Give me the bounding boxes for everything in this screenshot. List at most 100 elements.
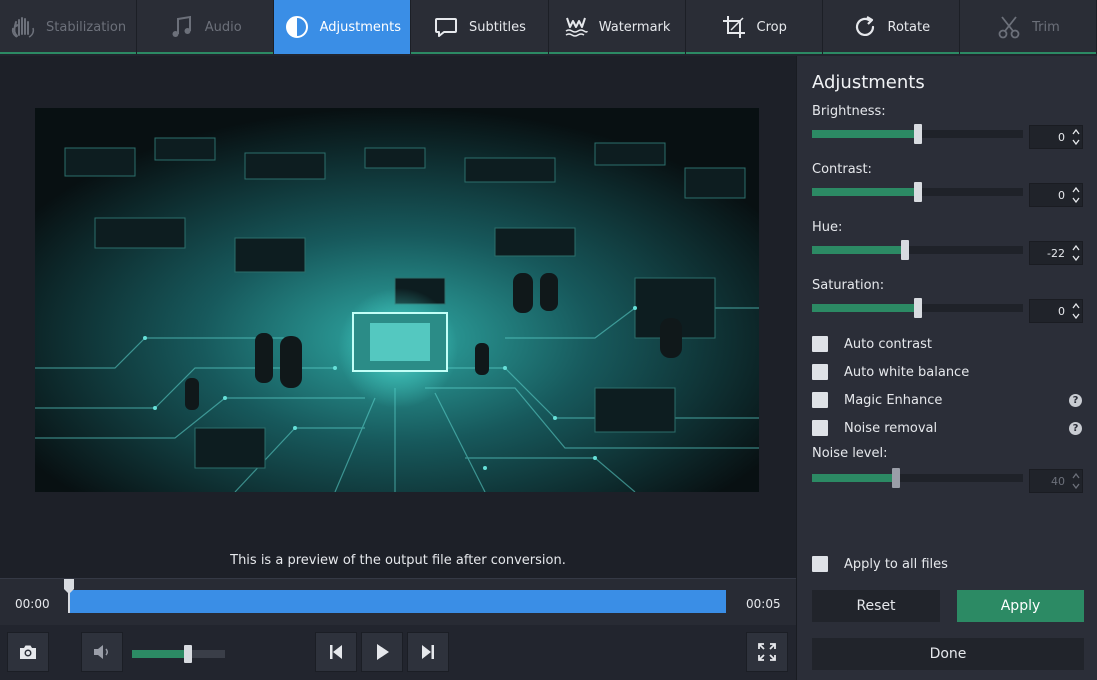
- chevron-up-icon[interactable]: [1071, 473, 1080, 479]
- brightness-label: Brightness:: [812, 104, 886, 119]
- volume-slider[interactable]: [132, 645, 225, 663]
- hue-slider[interactable]: [812, 240, 1023, 260]
- tool-tabs-bar: Stabilization Audio Adjustments Subtitle…: [0, 0, 1097, 54]
- tab-label: Watermark: [598, 19, 671, 35]
- magic-enhance-checkbox[interactable]: [812, 392, 828, 408]
- preview-caption: This is a preview of the output file aft…: [230, 553, 566, 568]
- mute-button[interactable]: [81, 632, 123, 672]
- apply-to-all-checkbox[interactable]: [812, 556, 828, 572]
- chevron-down-icon[interactable]: [1071, 255, 1080, 261]
- magic-enhance-label: Magic Enhance: [844, 392, 943, 408]
- timeline-track[interactable]: [69, 590, 726, 613]
- volume-slider-fill: [132, 650, 188, 658]
- playback-controls: [0, 625, 796, 680]
- chevron-down-icon[interactable]: [1071, 197, 1080, 203]
- volume-slider-thumb[interactable]: [183, 645, 192, 663]
- tab-watermark[interactable]: Watermark: [549, 0, 686, 54]
- scissors-icon: [998, 16, 1020, 39]
- noise-level-stepper[interactable]: 40: [1029, 469, 1083, 493]
- hue-slider-fill: [812, 246, 905, 254]
- saturation-value: 0: [1058, 304, 1065, 318]
- video-preview-area: This is a preview of the output file aft…: [0, 56, 796, 578]
- play-button[interactable]: [361, 632, 403, 672]
- chevron-up-icon[interactable]: [1071, 187, 1080, 193]
- tab-stabilization[interactable]: Stabilization: [0, 0, 138, 54]
- play-icon: [377, 644, 389, 660]
- speaker-icon: [94, 645, 108, 659]
- brightness-stepper[interactable]: 0: [1029, 125, 1083, 149]
- hue-label: Hue:: [812, 220, 843, 235]
- brightness-slider[interactable]: [812, 124, 1023, 144]
- hue-slider-thumb[interactable]: [900, 240, 909, 260]
- tab-audio[interactable]: Audio: [137, 0, 275, 54]
- tab-label: Adjustments: [319, 19, 402, 35]
- timeline: 00:00 00:05: [0, 578, 796, 625]
- previous-frame-button[interactable]: [315, 632, 357, 672]
- noise-level-slider[interactable]: [812, 468, 1023, 488]
- noise-removal-label: Noise removal: [844, 420, 938, 436]
- saturation-slider-thumb[interactable]: [913, 298, 922, 318]
- current-time: 00:00: [15, 597, 50, 611]
- tab-label: Crop: [756, 19, 787, 35]
- tab-label: Rotate: [887, 19, 931, 35]
- next-frame-button[interactable]: [407, 632, 449, 672]
- skip-forward-icon: [422, 645, 434, 659]
- camera-icon: [20, 645, 36, 659]
- noise-level-value: 40: [1051, 474, 1065, 488]
- half-circle-icon: [285, 16, 308, 38]
- contrast-slider[interactable]: [812, 182, 1023, 202]
- noise-level-slider-thumb[interactable]: [892, 468, 901, 488]
- tab-trim[interactable]: Trim: [960, 0, 1097, 54]
- noise-removal-checkbox[interactable]: [812, 420, 828, 436]
- noise-removal-help-icon[interactable]: ?: [1069, 422, 1082, 435]
- magic-enhance-help-icon[interactable]: ?: [1069, 394, 1082, 407]
- contrast-stepper[interactable]: 0: [1029, 183, 1083, 207]
- tab-label: Audio: [204, 19, 242, 35]
- tab-rotate[interactable]: Rotate: [823, 0, 960, 54]
- noise-level-slider-fill: [812, 474, 897, 482]
- chevron-down-icon[interactable]: [1071, 483, 1080, 489]
- total-duration: 00:05: [746, 597, 781, 611]
- brightness-slider-thumb[interactable]: [913, 124, 922, 144]
- saturation-stepper[interactable]: 0: [1029, 299, 1083, 323]
- playhead-handle[interactable]: [63, 579, 75, 613]
- contrast-slider-fill: [812, 188, 918, 196]
- chevron-up-icon[interactable]: [1071, 303, 1080, 309]
- chevron-up-icon[interactable]: [1071, 245, 1080, 251]
- contrast-label: Contrast:: [812, 162, 872, 177]
- hand-icon: [11, 17, 35, 38]
- adjustments-panel: Adjustments Brightness: 0 Contrast: 0 Hu…: [796, 56, 1097, 680]
- auto-contrast-checkbox[interactable]: [812, 336, 828, 352]
- done-button[interactable]: Done: [812, 638, 1084, 670]
- reset-button[interactable]: Reset: [812, 590, 940, 622]
- tab-adjustments[interactable]: Adjustments: [274, 0, 412, 54]
- brightness-slider-fill: [812, 130, 918, 138]
- noise-removal-checkbox-row[interactable]: Noise removal: [812, 420, 937, 436]
- auto-contrast-checkbox-row[interactable]: Auto contrast: [812, 336, 932, 352]
- chevron-down-icon[interactable]: [1071, 313, 1080, 319]
- rotate-icon: [855, 16, 874, 36]
- apply-to-all-checkbox-row[interactable]: Apply to all files: [812, 556, 948, 572]
- saturation-slider[interactable]: [812, 298, 1023, 318]
- contrast-slider-thumb[interactable]: [913, 182, 922, 202]
- tab-subtitles[interactable]: Subtitles: [411, 0, 549, 54]
- auto-white-balance-checkbox[interactable]: [812, 364, 828, 380]
- hue-stepper[interactable]: -22: [1029, 241, 1083, 265]
- speech-bubble-icon: [434, 18, 457, 37]
- fullscreen-button[interactable]: [746, 632, 788, 672]
- fullscreen-icon: [758, 643, 776, 661]
- skip-back-icon: [330, 645, 342, 659]
- tab-crop[interactable]: Crop: [686, 0, 823, 54]
- chevron-up-icon[interactable]: [1071, 129, 1080, 135]
- hue-value: -22: [1047, 246, 1065, 260]
- snapshot-button[interactable]: [7, 632, 49, 672]
- panel-title: Adjustments: [812, 72, 925, 93]
- chevron-down-icon[interactable]: [1071, 139, 1080, 145]
- watermark-icon: [565, 17, 588, 37]
- noise-level-label: Noise level:: [812, 446, 888, 461]
- contrast-value: 0: [1058, 188, 1065, 202]
- auto-white-balance-checkbox-row[interactable]: Auto white balance: [812, 364, 969, 380]
- tab-label: Subtitles: [468, 19, 526, 35]
- apply-button[interactable]: Apply: [957, 590, 1084, 622]
- magic-enhance-checkbox-row[interactable]: Magic Enhance: [812, 392, 942, 408]
